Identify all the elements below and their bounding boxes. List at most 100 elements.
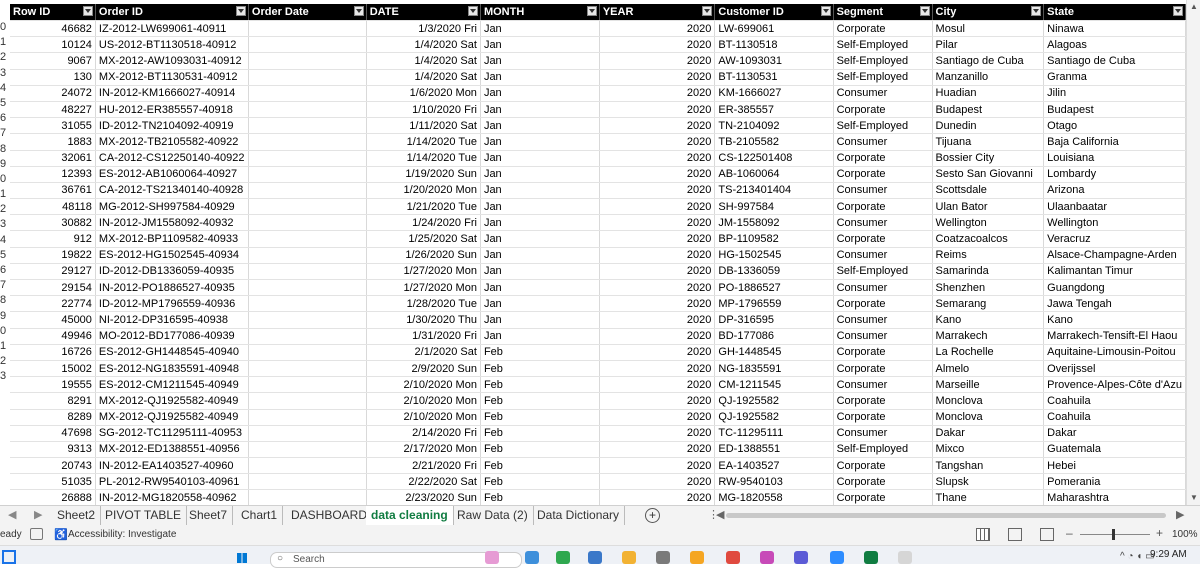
table-cell[interactable]: 2020 bbox=[599, 311, 716, 329]
table-cell[interactable]: PO-1886527 bbox=[714, 279, 834, 297]
table-cell[interactable]: 30882 bbox=[10, 214, 96, 232]
row-number[interactable]: 0 bbox=[0, 20, 10, 35]
table-cell[interactable] bbox=[248, 36, 367, 54]
table-cell[interactable]: Self-Employed bbox=[833, 36, 933, 54]
table-cell[interactable]: 2020 bbox=[599, 150, 716, 167]
table-cell[interactable]: Corporate bbox=[833, 150, 933, 167]
table-cell[interactable]: Wellington bbox=[932, 214, 1045, 232]
table-cell[interactable]: Corporate bbox=[833, 230, 933, 248]
table-cell[interactable]: 2/23/2020 Sun bbox=[366, 489, 481, 505]
table-cell[interactable]: 49946 bbox=[10, 328, 96, 345]
table-cell[interactable]: LW-699061 bbox=[714, 20, 834, 38]
column-header[interactable]: Customer ID bbox=[714, 4, 834, 21]
horizontal-scrollbar[interactable] bbox=[726, 513, 1166, 518]
table-cell[interactable]: 46682 bbox=[10, 20, 96, 38]
table-cell[interactable]: ES-2012-GH1448545-40940 bbox=[95, 344, 249, 361]
table-cell[interactable]: Arizona bbox=[1043, 182, 1186, 200]
table-cell[interactable]: Consumer bbox=[833, 425, 933, 442]
table-cell[interactable]: La Rochelle bbox=[932, 344, 1045, 361]
table-cell[interactable]: 2020 bbox=[599, 473, 716, 491]
table-cell[interactable]: 1/4/2020 Sat bbox=[366, 36, 481, 54]
table-cell[interactable]: Lombardy bbox=[1043, 166, 1186, 183]
table-cell[interactable]: ID-2012-MP1796559-40936 bbox=[95, 295, 249, 313]
column-header[interactable]: MONTH bbox=[480, 4, 600, 21]
table-cell[interactable]: 1/3/2020 Fri bbox=[366, 20, 481, 38]
table-cell[interactable]: HG-1502545 bbox=[714, 247, 834, 264]
table-cell[interactable]: Mixco bbox=[932, 441, 1045, 459]
filter-dropdown-icon[interactable] bbox=[1173, 6, 1183, 16]
table-cell[interactable]: MX-2012-QJ1925582-40949 bbox=[95, 392, 249, 410]
table-cell[interactable]: BT-1130518 bbox=[714, 36, 834, 54]
table-cell[interactable]: IZ-2012-LW699061-40911 bbox=[95, 20, 249, 38]
windows-start-icon[interactable] bbox=[237, 553, 247, 563]
column-header[interactable]: DATE bbox=[366, 4, 481, 21]
row-number[interactable]: 9 bbox=[0, 309, 10, 324]
table-cell[interactable]: Feb bbox=[480, 360, 600, 378]
table-cell[interactable]: MX-2012-BT1130531-40912 bbox=[95, 69, 249, 86]
table-cell[interactable]: 36761 bbox=[10, 182, 96, 200]
table-cell[interactable]: 22774 bbox=[10, 295, 96, 313]
table-cell[interactable]: 2020 bbox=[599, 85, 716, 102]
table-cell[interactable] bbox=[248, 311, 367, 329]
table-cell[interactable]: Self-Employed bbox=[833, 441, 933, 459]
table-cell[interactable] bbox=[248, 425, 367, 442]
table-cell[interactable]: DP-316595 bbox=[714, 311, 834, 329]
table-cell[interactable]: Corporate bbox=[833, 473, 933, 491]
table-cell[interactable]: 1/27/2020 Mon bbox=[366, 279, 481, 297]
sheet-tab[interactable]: Raw Data (2) bbox=[452, 506, 534, 525]
table-cell[interactable]: Corporate bbox=[833, 344, 933, 361]
table-cell[interactable]: Feb bbox=[480, 344, 600, 361]
table-cell[interactable]: 2020 bbox=[599, 133, 716, 151]
zoom-in-icon[interactable]: + bbox=[1156, 526, 1163, 540]
row-number[interactable]: 6 bbox=[0, 111, 10, 126]
teams-icon[interactable] bbox=[794, 551, 808, 564]
table-cell[interactable] bbox=[248, 230, 367, 248]
table-cell[interactable]: Otago bbox=[1043, 117, 1186, 135]
table-cell[interactable]: Consumer bbox=[833, 247, 933, 264]
table-cell[interactable]: Consumer bbox=[833, 182, 933, 200]
table-cell[interactable]: Corporate bbox=[833, 198, 933, 216]
zoom-level[interactable]: 100% bbox=[1172, 529, 1198, 540]
table-cell[interactable] bbox=[248, 263, 367, 281]
powerbi-icon[interactable] bbox=[690, 551, 704, 564]
filter-dropdown-icon[interactable] bbox=[586, 6, 597, 16]
page-break-icon[interactable] bbox=[1040, 528, 1054, 541]
table-cell[interactable]: GH-1448545 bbox=[714, 344, 834, 361]
sheet-tab[interactable]: DASHBOARD bbox=[286, 506, 374, 525]
table-cell[interactable]: 2020 bbox=[599, 489, 716, 505]
row-number[interactable]: 3 bbox=[0, 66, 10, 81]
table-cell[interactable]: 1/4/2020 Sat bbox=[366, 52, 481, 70]
table-cell[interactable]: 2020 bbox=[599, 117, 716, 135]
table-cell[interactable]: 48118 bbox=[10, 198, 96, 216]
table-cell[interactable]: Dakar bbox=[932, 425, 1045, 442]
table-cell[interactable]: Corporate bbox=[833, 409, 933, 426]
table-cell[interactable]: 1/19/2020 Sun bbox=[366, 166, 481, 183]
table-cell[interactable]: Jan bbox=[480, 101, 600, 119]
table-cell[interactable]: 10124 bbox=[10, 36, 96, 54]
row-number[interactable]: 7 bbox=[0, 126, 10, 141]
table-cell[interactable]: Jan bbox=[480, 263, 600, 281]
prev-sheet-icon[interactable]: ◀ bbox=[8, 508, 16, 521]
table-cell[interactable]: 2020 bbox=[599, 36, 716, 54]
table-cell[interactable]: 16726 bbox=[10, 344, 96, 361]
table-cell[interactable] bbox=[248, 409, 367, 426]
table-cell[interactable]: 8289 bbox=[10, 409, 96, 426]
table-cell[interactable]: 1/4/2020 Sat bbox=[366, 69, 481, 86]
table-cell[interactable]: Provence-Alpes-Côte d'Azu bbox=[1043, 376, 1186, 394]
table-cell[interactable]: 2020 bbox=[599, 392, 716, 410]
table-cell[interactable]: Feb bbox=[480, 473, 600, 491]
filter-dropdown-icon[interactable] bbox=[235, 6, 246, 16]
table-cell[interactable]: 1/30/2020 Thu bbox=[366, 311, 481, 329]
file-explorer-icon[interactable] bbox=[622, 551, 636, 564]
table-cell[interactable]: 2/21/2020 Fri bbox=[366, 457, 481, 475]
table-cell[interactable]: 2020 bbox=[599, 247, 716, 264]
table-cell[interactable]: Alsace-Champagne-Arden bbox=[1043, 247, 1186, 264]
table-cell[interactable]: AW-1093031 bbox=[714, 52, 834, 70]
table-cell[interactable]: 2020 bbox=[599, 344, 716, 361]
table-cell[interactable] bbox=[248, 198, 367, 216]
table-cell[interactable] bbox=[248, 166, 367, 183]
table-cell[interactable]: IN-2012-PO1886527-40935 bbox=[95, 279, 249, 297]
table-cell[interactable]: CM-1211545 bbox=[714, 376, 834, 394]
table-cell[interactable]: Kalimantan Timur bbox=[1043, 263, 1186, 281]
row-number[interactable]: 2 bbox=[0, 354, 10, 369]
